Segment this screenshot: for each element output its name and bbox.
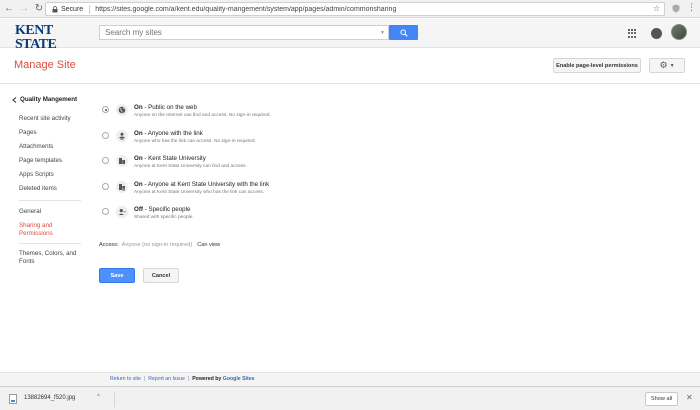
sharing-option-domain[interactable]: On - Kent State University Anyone at Ken… [102,155,562,175]
sidebar-item-sharing-permissions[interactable]: Sharing and Permissions [19,222,71,238]
footer-separator: | [187,376,190,382]
sharing-option-public[interactable]: On - Public on the web Anyone on the Int… [102,104,562,124]
option-title: On - Public on the web [134,104,197,111]
search-box[interactable]: ▼ [99,25,389,40]
search-button[interactable] [389,25,418,40]
site-footer: Return to site | Report an Issue | Power… [0,372,700,386]
sidebar-divider [19,243,81,244]
sidebar-item-general[interactable]: General [19,208,85,216]
lock-icon [50,5,59,14]
radio-specific[interactable] [102,208,109,215]
sidebar-item-themes[interactable]: Themes, Colors, and Fonts [19,250,85,266]
sidebar-site-title-label: Quality Mangement [20,96,78,103]
reload-icon[interactable]: ↻ [33,2,45,16]
browser-toolbar: ← → ↻ Secure https://sites.google.com/a/… [0,0,700,18]
option-description: Anyone on the Internet can find and acce… [134,113,271,118]
settings-menu-button[interactable]: ⚙ ▼ [649,58,685,73]
sidebar-item-page-templates[interactable]: Page templates [19,157,85,165]
chevron-up-icon[interactable]: ^ [97,394,100,400]
url-divider [89,4,91,14]
sidebar: Quality Mangement Recent site activity P… [0,84,88,372]
shield-extension-icon[interactable] [670,3,681,14]
link-person-icon [116,130,128,142]
url-text[interactable]: https://sites.google.com/a/kent.edu/qual… [95,6,396,13]
option-title: On - Kent State University [134,155,206,162]
star-icon[interactable]: ☆ [653,4,660,13]
google-sites-link[interactable]: Google Sites [223,376,255,382]
option-description: Anyone at Kent State University can find… [134,164,247,169]
powered-by-prefix: Powered by [192,376,222,382]
radio-public[interactable] [102,106,109,113]
access-label: Access: [99,242,119,248]
option-description: Shared with specific people. [134,215,194,220]
secure-label: Secure [61,5,84,13]
menu-dots-icon[interactable]: ⋮ [687,2,696,13]
option-description: Anyone at Kent State University who has … [134,190,265,195]
sidebar-item-pages[interactable]: Pages [19,129,85,137]
option-title: On - Anyone with the link [134,130,203,137]
apps-grid-icon[interactable] [628,29,637,38]
powered-by: Powered by Google Sites [192,376,254,382]
sharing-option-domain-link[interactable]: On - Anyone at Kent State University wit… [102,181,562,201]
option-title: On - Anyone at Kent State University wit… [134,181,270,188]
chevron-left-icon [12,96,17,103]
return-to-site-link[interactable]: Return to site [110,376,141,382]
download-shelf: 13882694_f520.jpg ^ Show all ✕ [0,386,700,410]
image-file-icon [9,394,17,404]
sidebar-item-apps-scripts[interactable]: Apps Scripts [19,171,85,179]
sharing-option-specific[interactable]: Off - Specific people Shared with specif… [102,206,562,226]
screen: ← → ↻ Secure https://sites.google.com/a/… [0,0,700,410]
access-permission: Can view [197,242,221,248]
radio-domain[interactable] [102,157,109,164]
building-icon [116,155,128,167]
person-icon [116,206,128,218]
address-bar[interactable]: Secure https://sites.google.com/a/kent.e… [45,2,665,16]
search-icon [399,28,408,37]
search-dropdown-caret-icon[interactable]: ▼ [380,30,385,36]
close-icon[interactable]: ✕ [686,393,693,402]
search-input[interactable] [100,28,381,37]
download-divider [114,391,115,407]
building-link-icon [116,181,128,193]
gear-icon: ⚙ [659,60,668,70]
kent-state-logo[interactable]: KENT STATE UNIVERSITY [15,24,85,58]
forward-arrow-icon[interactable]: → [18,2,30,16]
site-header: KENT STATE UNIVERSITY ▼ [0,19,700,58]
sidebar-divider [19,200,81,201]
avatar[interactable] [671,24,687,40]
access-summary: Access: Anyone (no sign-in required) Can… [99,242,220,248]
globe-icon [116,104,128,116]
manage-bar: Manage Site Enable page-level permission… [0,48,700,84]
footer-separator: | [143,376,146,382]
chevron-down-icon: ▼ [669,62,675,69]
notifications-icon[interactable] [651,28,662,39]
show-all-button[interactable]: Show all [645,392,678,406]
sidebar-item-deleted-items[interactable]: Deleted items [19,185,85,193]
radio-link[interactable] [102,132,109,139]
save-button[interactable]: Save [99,268,135,283]
option-title: Off - Specific people [134,206,191,213]
enable-page-permissions-button[interactable]: Enable page-level permissions [553,58,641,73]
sidebar-item-recent-activity[interactable]: Recent site activity [19,115,85,123]
sidebar-site-title[interactable]: Quality Mangement [12,96,77,103]
access-value: Anyone (no sign-in required) [121,242,193,248]
back-arrow-icon[interactable]: ← [3,2,15,16]
radio-domain-link[interactable] [102,183,109,190]
option-description: Anyone who has the link can access. No s… [134,139,256,144]
sharing-option-link[interactable]: On - Anyone with the link Anyone who has… [102,130,562,150]
download-filename[interactable]: 13882694_f520.jpg [24,395,75,401]
report-issue-link[interactable]: Report an Issue [148,376,185,382]
page-title: Manage Site [14,59,76,71]
sidebar-item-attachments[interactable]: Attachments [19,143,85,151]
cancel-button[interactable]: Cancel [143,268,179,283]
